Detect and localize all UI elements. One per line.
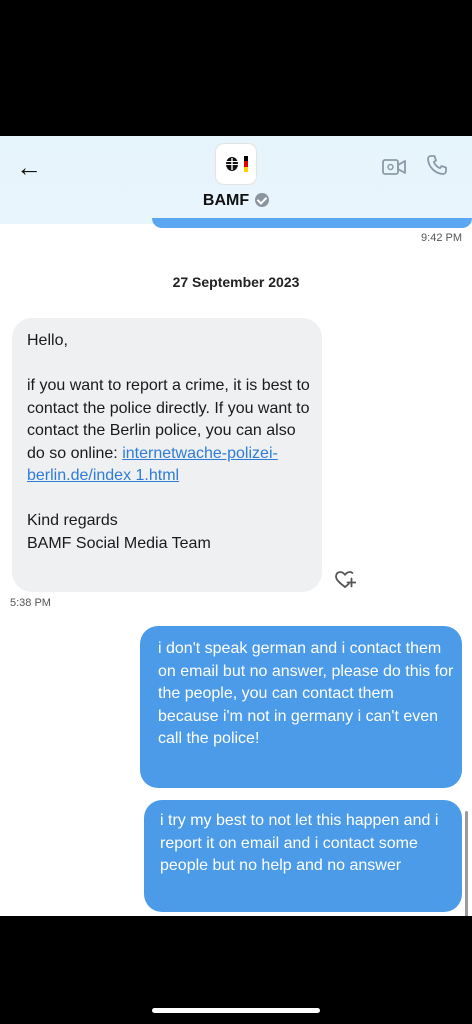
video-call-icon[interactable] bbox=[382, 158, 406, 176]
incoming-message-text: Hello, if you want to report a crime, it… bbox=[27, 330, 317, 555]
verified-badge-icon bbox=[255, 193, 270, 207]
contact-name: BAMF bbox=[202, 192, 250, 209]
eagle-emblem-icon bbox=[226, 157, 238, 171]
outgoing-message-bubble[interactable]: i try my best to not let this happen and… bbox=[144, 800, 462, 912]
contact-name-row[interactable]: BAMF bbox=[0, 192, 472, 210]
dm-screen: ← BAMF 9:42 PM 27 September 2023 Hello, … bbox=[0, 136, 472, 916]
conversation-header: ← BAMF bbox=[0, 136, 472, 228]
incoming-text-part: Hello, if you want to report a crime, it… bbox=[27, 332, 310, 462]
incoming-message-time: 5:38 PM bbox=[10, 597, 51, 609]
outgoing-message-text: i don't speak german and i contact them … bbox=[158, 640, 454, 747]
incoming-text-part: Kind regards BAMF Social Media Team bbox=[27, 512, 211, 552]
incoming-message-bubble[interactable]: Hello, if you want to report a crime, it… bbox=[12, 318, 322, 592]
contact-avatar-logo[interactable] bbox=[216, 144, 256, 184]
outgoing-message-bubble[interactable]: i don't speak german and i contact them … bbox=[140, 626, 462, 788]
phone-icon[interactable] bbox=[426, 154, 448, 176]
add-reaction-heart-icon[interactable] bbox=[334, 569, 356, 591]
scrollbar[interactable] bbox=[465, 811, 468, 916]
previous-message-bubble bbox=[152, 218, 472, 228]
back-arrow-icon[interactable]: ← bbox=[14, 152, 44, 182]
date-separator: 27 September 2023 bbox=[172, 274, 300, 290]
previous-message-time: 9:42 PM bbox=[421, 232, 462, 244]
outgoing-message-text: i try my best to not let this happen and… bbox=[160, 812, 439, 874]
german-flag-icon bbox=[244, 156, 248, 172]
home-indicator[interactable] bbox=[152, 1008, 320, 1013]
